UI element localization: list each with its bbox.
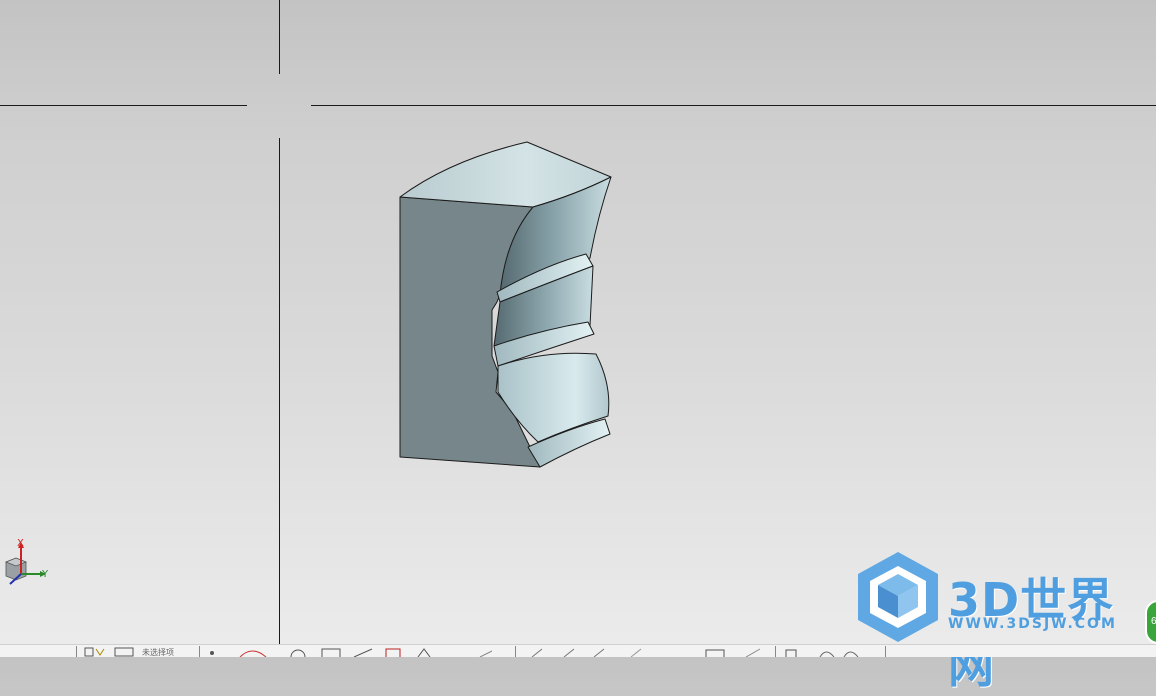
solid-model[interactable] [0,0,1156,644]
toolbar-separator [515,646,516,657]
snap-toolbar: 未选择项 [0,644,1156,657]
triad-y-label: Y [42,569,49,580]
toolbar-separator [885,646,886,657]
watermark-badge: 6 [1145,600,1156,644]
cube-logo-icon [858,552,938,642]
coordinate-triad: X Y [0,536,60,592]
triad-x-label: X [17,538,24,549]
graphics-viewport[interactable]: X Y 3D世界网 WWW.3DSJW.COM 6 [0,0,1156,693]
watermark-url: WWW.3DSJW.COM [948,616,1117,632]
toolbar-separator [775,646,776,657]
toolbar-separator [199,646,200,657]
toolbar-separator [76,646,77,657]
site-watermark: 3D世界网 WWW.3DSJW.COM [852,550,1156,693]
triad-icon [4,542,46,585]
model-geometry [399,141,612,468]
